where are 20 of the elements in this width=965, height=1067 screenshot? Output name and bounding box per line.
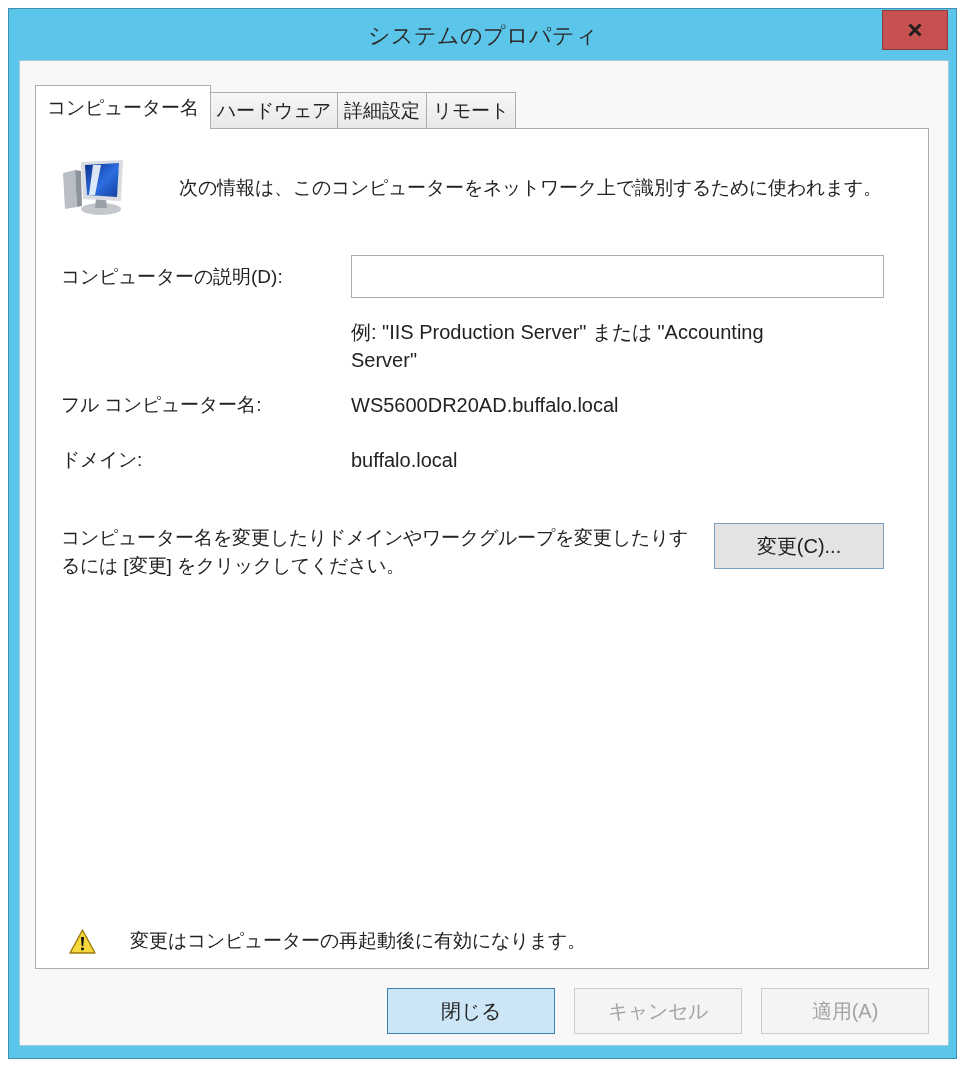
description-input[interactable] — [351, 255, 884, 298]
tab[interactable]: リモート — [426, 92, 516, 128]
window-title: システムのプロパティ — [367, 21, 598, 50]
field-label: ドメイン: — [61, 448, 144, 472]
tab[interactable]: 詳細設定 — [337, 92, 427, 128]
close-button[interactable] — [882, 10, 948, 50]
warning-icon — [69, 928, 96, 954]
close-icon — [907, 23, 923, 37]
field-label: フル コンピューター名: — [61, 393, 263, 417]
field-value: WS5600DR20AD.buffalo.local — [351, 393, 620, 418]
warning-text: 変更はコンピューターの再起動後に有効になります。 — [130, 929, 586, 953]
change-button[interactable]: 変更(C)... — [714, 523, 884, 569]
field-value: buffalo.local — [351, 448, 459, 473]
example-text: 例: "IIS Production Server" または "Accounting Server" — [351, 320, 765, 373]
tab[interactable]: コンピューター名 — [35, 85, 211, 129]
instruction-text: コンピューター名を変更したりドメインやワークグループを変更したりするには [変更] をクリックしてください。 — [61, 526, 689, 578]
dialog-button[interactable]: 閉じる — [387, 988, 555, 1034]
tab[interactable]: ハードウェア — [210, 92, 338, 128]
info-text: 次の情報は、このコンピューターをネットワーク上で識別するために使われます。 — [179, 176, 882, 200]
field-label: コンピューターの説明(D): — [61, 264, 284, 289]
